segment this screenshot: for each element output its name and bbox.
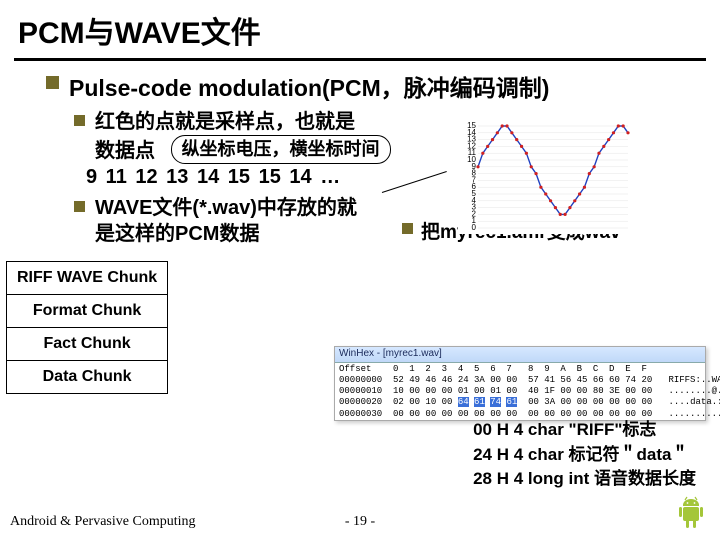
footer-left: Android & Pervasive Computing: [10, 514, 196, 530]
waveform-chart: 0123456789101112131415: [458, 122, 634, 234]
android-icon: [676, 496, 706, 530]
page-number: - 19 -: [345, 514, 375, 530]
sub-bullet-2: WAVE文件(*.wav)中存放的就 是这样的PCM数据: [74, 195, 386, 247]
struct-line: 28 H 4 long int 语音数据长度: [473, 467, 696, 492]
hex-row: 00000020 02 00 10 00 64 61 74 61 00 3A 0…: [335, 397, 705, 408]
sub2-line1: WAVE文件(*.wav)中存放的就: [95, 195, 357, 221]
riff-struct-lines: 00 H 4 char "RIFF"标志 24 H 4 char 标记符＂dat…: [473, 418, 696, 492]
chunk-row: Fact Chunk: [7, 328, 168, 361]
chunk-row: Format Chunk: [7, 295, 168, 328]
slide-title: PCM与WAVE文件: [0, 0, 720, 58]
hex-window-titlebar: WinHex - [myrec1.wav]: [335, 347, 705, 363]
struct-line: 24 H 4 char 标记符＂data＂: [473, 443, 696, 468]
main-bullet: Pulse-code modulation(PCM，脉冲编码调制): [46, 69, 694, 103]
chunk-row: Data Chunk: [7, 361, 168, 394]
bullet-square-icon: [74, 201, 85, 212]
chunk-row: RIFF WAVE Chunk: [7, 262, 168, 295]
sub2-line2: 是这样的PCM数据: [95, 221, 357, 247]
main-bullet-text: Pulse-code modulation(PCM，脉冲编码调制): [69, 69, 549, 103]
hex-header: Offset 0 1 2 3 4 5 6 7 8 9 A B C D E F: [335, 363, 705, 375]
bullet-square-icon: [74, 115, 85, 126]
hex-editor-window: WinHex - [myrec1.wav] Offset 0 1 2 3 4 5…: [334, 346, 706, 421]
sub1-line1: 红色的点就是采样点，也就是: [95, 109, 391, 135]
svg-text:15: 15: [467, 122, 476, 130]
hex-row: 00000010 10 00 00 00 01 00 01 00 40 1F 0…: [335, 386, 705, 397]
bullet-square-icon: [402, 223, 413, 234]
hex-row: 00000000 52 49 46 46 24 3A 00 00 57 41 5…: [335, 375, 705, 386]
bullet-square-icon: [46, 76, 59, 89]
axis-callout: 纵坐标电压，横坐标时间: [171, 135, 391, 164]
chunk-table: RIFF WAVE Chunk Format Chunk Fact Chunk …: [6, 261, 168, 394]
struct-line: 00 H 4 char "RIFF"标志: [473, 418, 696, 443]
sub1-line2: 数据点: [95, 140, 155, 162]
